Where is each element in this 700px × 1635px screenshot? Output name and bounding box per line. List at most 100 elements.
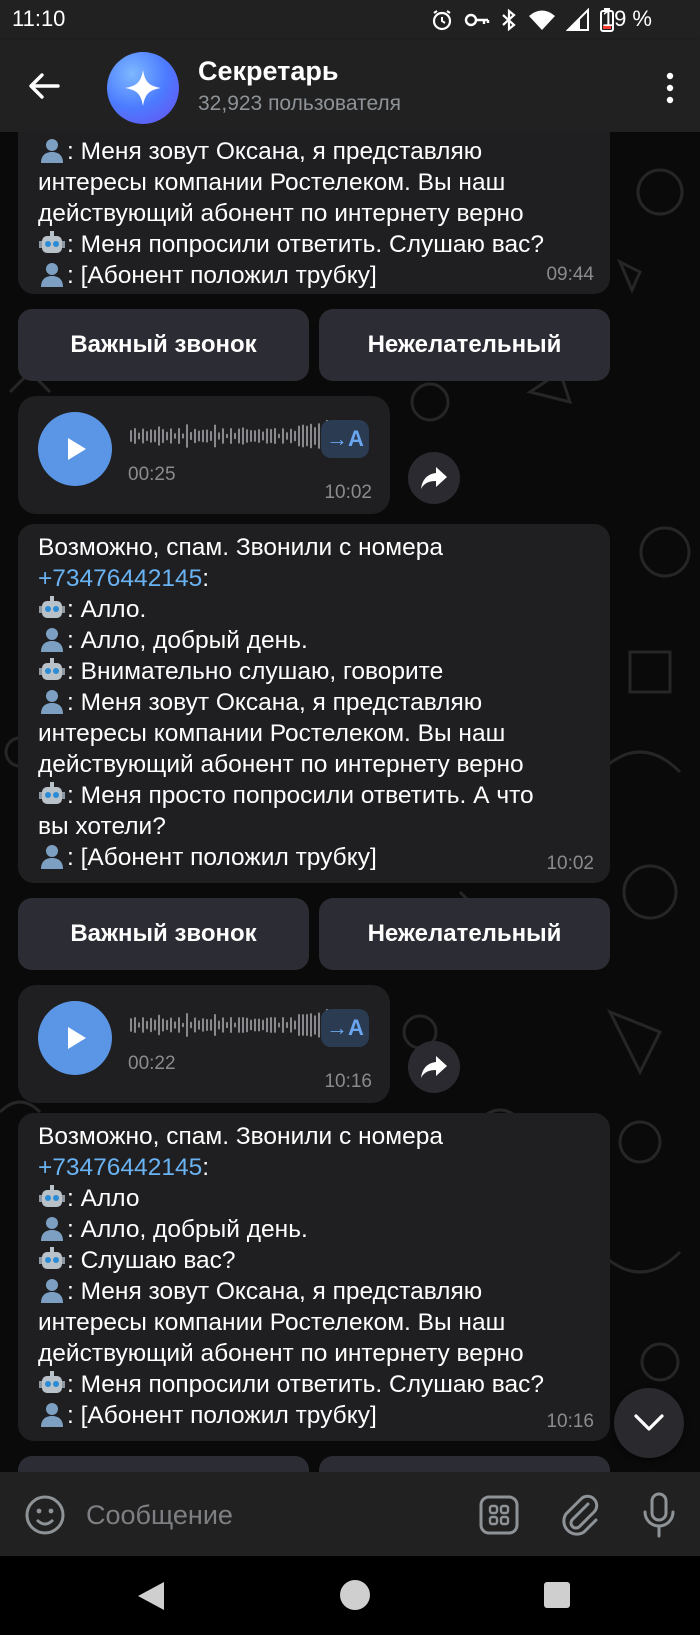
waveform-bar	[318, 1012, 320, 1038]
waveform-bar	[162, 428, 164, 444]
message-line: действующий абонент по интернету верно	[38, 200, 524, 227]
message-bubble[interactable]: Возможно, спам. Звонили с номера +734764…	[18, 524, 610, 883]
waveform-bar	[290, 1017, 292, 1033]
phone-link[interactable]: +73476442145	[38, 565, 202, 592]
back-arrow-icon[interactable]	[24, 66, 64, 106]
share-icon	[421, 1056, 447, 1078]
avatar[interactable]	[107, 52, 179, 124]
battery-level: 19 %	[601, 6, 652, 31]
message-line: : Слушаю вас?	[38, 1245, 590, 1276]
waveform-bar	[166, 431, 168, 441]
chat-subtitle: 32,923 пользователя	[198, 92, 402, 115]
waveform-bar	[242, 1017, 244, 1033]
play-button[interactable]	[38, 412, 112, 486]
phone-link[interactable]: +73476442145	[38, 1154, 202, 1181]
waveform-bar	[254, 430, 256, 442]
waveform-bar	[258, 1018, 260, 1032]
waveform-bar	[246, 429, 248, 443]
waveform-bar	[214, 424, 216, 448]
voice-message[interactable]: 00:22 →A 10:16	[18, 985, 390, 1103]
robot-icon	[38, 656, 66, 684]
waveform-bar	[306, 1013, 308, 1037]
message-time: 10:02	[546, 853, 594, 874]
message-line: интересы компании Ростелеком. Вы наш	[38, 1309, 506, 1336]
message-bubble[interactable]: : Меня зовут Оксана, я представляю интер…	[18, 132, 610, 294]
sparkle-icon	[125, 70, 161, 106]
waveform-bar	[218, 1020, 220, 1030]
waveform-bar	[166, 1019, 168, 1031]
share-button[interactable]	[408, 1041, 460, 1093]
emoji-icon[interactable]	[24, 1494, 66, 1536]
waveform-bar	[150, 429, 152, 443]
waveform-bar	[266, 428, 268, 444]
waveform-bar	[234, 1022, 236, 1028]
play-button[interactable]	[38, 1001, 112, 1075]
waveform-bar	[262, 1019, 264, 1031]
more-vertical-icon[interactable]	[660, 68, 680, 108]
user-icon	[38, 1276, 66, 1304]
waveform-bar	[186, 1013, 188, 1037]
waveform-bar	[278, 1022, 280, 1028]
nav-recents-icon[interactable]	[542, 1580, 572, 1610]
unwanted-call-button[interactable]: Нежелательный	[319, 309, 610, 381]
message-line: : Алло, добрый день.	[38, 1214, 590, 1245]
waveform-bar	[226, 433, 228, 439]
microphone-icon[interactable]	[640, 1492, 678, 1538]
waveform-bar	[222, 1017, 224, 1033]
robot-icon	[38, 1369, 66, 1397]
scroll-down-button[interactable]	[614, 1388, 684, 1458]
message-bubble[interactable]: Возможно, спам. Звонили с номера +734764…	[18, 1113, 610, 1441]
voice-message[interactable]: 00:25 →A 10:02	[18, 396, 390, 514]
important-call-button[interactable]: Важный звонок	[18, 898, 309, 970]
chat-header: Секретарь 32,923 пользователя	[0, 40, 700, 132]
waveform	[130, 420, 328, 452]
chat-title[interactable]: Секретарь	[198, 56, 339, 87]
voice-duration: 00:25	[128, 464, 176, 485]
transcribe-button[interactable]: →A	[321, 1009, 369, 1047]
message-line: +73476442145:	[38, 1154, 210, 1181]
waveform-bar	[310, 423, 312, 449]
wifi-icon	[529, 10, 555, 30]
nav-back-icon[interactable]	[134, 1578, 168, 1614]
transcribe-button[interactable]: →A	[321, 420, 369, 458]
message-line: : [Абонент положил трубку]	[38, 1400, 590, 1431]
important-call-button[interactable]: Важный звонок	[18, 309, 309, 381]
waveform-bar	[246, 1017, 248, 1033]
alarm-icon	[432, 10, 452, 31]
share-icon	[421, 467, 447, 489]
robot-icon	[38, 1183, 66, 1211]
message-input[interactable]	[84, 1490, 468, 1540]
robot-icon	[38, 1245, 66, 1273]
waveform-bar	[230, 1017, 232, 1033]
unwanted-call-button[interactable]	[319, 1456, 610, 1472]
waveform-bar	[274, 428, 276, 444]
bot-commands-icon[interactable]	[478, 1494, 520, 1536]
waveform-bar	[250, 1019, 252, 1031]
waveform-bar	[314, 1015, 316, 1035]
message-line: : Алло.	[38, 594, 590, 625]
message-line: : Внимательно слушаю, говорите	[38, 656, 590, 687]
waveform-bar	[214, 1013, 216, 1037]
message-line: : Алло	[38, 1183, 590, 1214]
user-icon	[38, 625, 66, 653]
share-button[interactable]	[408, 452, 460, 504]
chat-area[interactable]: : Меня зовут Оксана, я представляю интер…	[0, 132, 700, 1472]
message-line: : Алло, добрый день.	[38, 625, 590, 656]
waveform-bar	[154, 1019, 156, 1031]
message-line: интересы компании Ростелеком. Вы наш	[38, 169, 506, 196]
message-line: действующий абонент по интернету верно	[38, 751, 524, 778]
important-call-button[interactable]	[18, 1456, 309, 1472]
waveform-bar	[238, 1017, 240, 1033]
paperclip-icon[interactable]	[558, 1492, 602, 1536]
waveform-bar	[150, 1017, 152, 1033]
unwanted-call-button[interactable]: Нежелательный	[319, 898, 610, 970]
status-icons	[430, 8, 614, 32]
waveform-bar	[286, 1021, 288, 1029]
inline-keyboard: Важный звонок Нежелательный	[18, 309, 610, 381]
waveform-bar	[142, 428, 144, 444]
waveform-bar	[158, 1014, 160, 1036]
message-time: 10:02	[324, 482, 372, 503]
waveform-bar	[178, 1017, 180, 1033]
waveform-bar	[258, 428, 260, 444]
nav-home-icon[interactable]	[338, 1578, 372, 1612]
